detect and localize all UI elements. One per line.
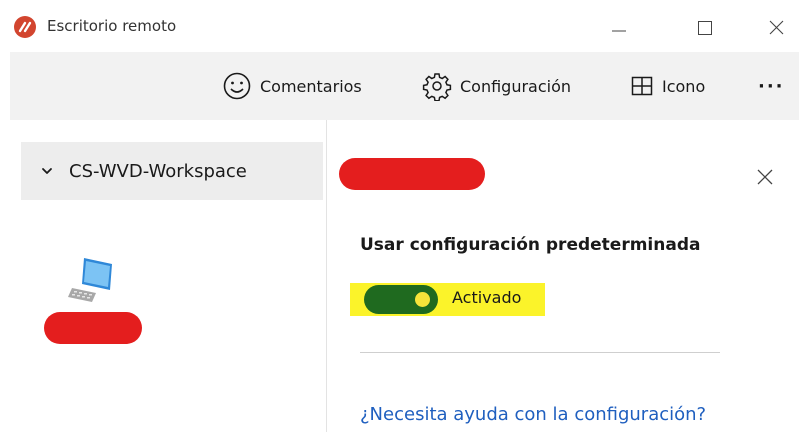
close-icon: [757, 169, 773, 185]
toolbar: Comentarios Configuración Icono ···: [10, 52, 799, 120]
settings-button[interactable]: Configuración: [422, 52, 571, 120]
default-settings-title: Usar configuración predeterminada: [360, 235, 701, 255]
panel-close-button[interactable]: [748, 160, 782, 194]
workspace-header[interactable]: CS-WVD-Workspace: [21, 142, 323, 200]
redacted-panel-title: [339, 158, 485, 190]
default-settings-toggle[interactable]: [364, 285, 438, 314]
desktop-computer-icon: [68, 258, 112, 302]
smiley-icon: [223, 72, 251, 100]
maximize-icon: [698, 21, 712, 35]
more-dots-icon: ···: [758, 75, 785, 97]
toggle-knob: [415, 292, 430, 307]
section-divider: [360, 352, 720, 353]
more-options-button[interactable]: ···: [758, 52, 785, 120]
toggle-state-label: Activado: [452, 288, 522, 307]
workspace-name: CS-WVD-Workspace: [69, 161, 247, 182]
gear-icon: [422, 73, 452, 101]
settings-help-link[interactable]: ¿Necesita ayuda con la configuración?: [360, 404, 706, 425]
maximize-button[interactable]: [682, 10, 728, 42]
title-bar: Escritorio remoto: [0, 0, 799, 52]
tile-view-button[interactable]: Icono: [630, 52, 705, 120]
remote-desktop-tile[interactable]: [44, 250, 144, 350]
minimize-icon: [612, 30, 626, 32]
redacted-desktop-name: [44, 312, 142, 344]
remote-desktop-logo-icon: [14, 16, 36, 38]
tile-view-label: Icono: [662, 76, 706, 96]
settings-label: Configuración: [460, 76, 572, 96]
window-close-button[interactable]: [753, 10, 799, 42]
close-icon: [769, 20, 784, 35]
feedback-label: Comentarios: [260, 76, 362, 96]
grid-icon: [631, 76, 653, 96]
feedback-button[interactable]: Comentarios: [222, 52, 362, 120]
window-title: Escritorio remoto: [47, 17, 177, 35]
chevron-down-icon: [42, 168, 52, 174]
minimize-button[interactable]: [596, 10, 642, 42]
